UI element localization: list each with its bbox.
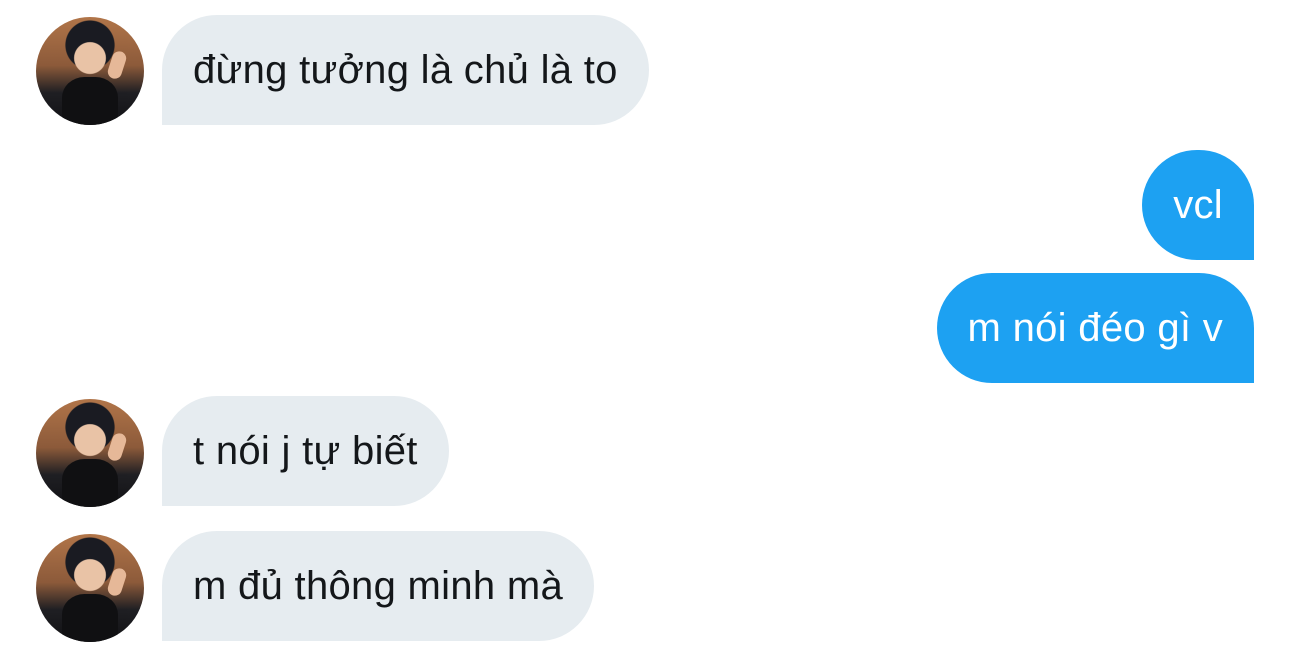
message-bubble-outgoing[interactable]: vcl: [1142, 150, 1254, 260]
sender-avatar[interactable]: [36, 17, 144, 125]
chat-thread: đừng tưởng là chủ là to vcl m nói đéo gì…: [0, 0, 1290, 650]
message-bubble-outgoing[interactable]: m nói đéo gì v: [936, 273, 1254, 383]
sender-avatar[interactable]: [36, 399, 144, 507]
sender-avatar[interactable]: [36, 534, 144, 642]
message-bubble-incoming[interactable]: m đủ thông minh mà: [162, 531, 595, 641]
message-bubble-incoming[interactable]: t nói j tự biết: [162, 396, 449, 506]
message-bubble-incoming[interactable]: đừng tưởng là chủ là to: [162, 15, 649, 125]
